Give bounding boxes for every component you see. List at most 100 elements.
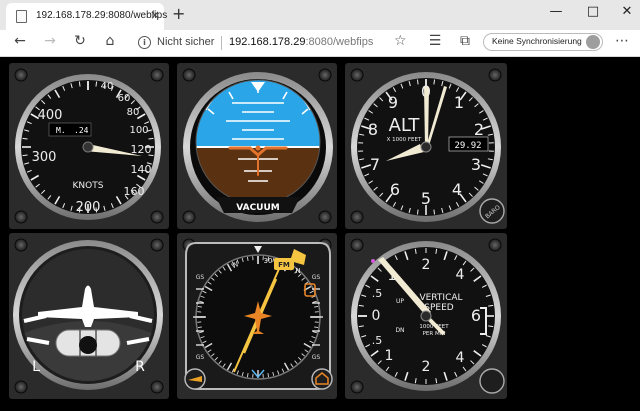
vsi-num-1-dn: 1 — [385, 348, 394, 364]
tick-mark — [433, 209, 436, 215]
alt-num-4: 4 — [452, 180, 462, 199]
browser-toolbar: ← → ↻ ⌂ i Nicht sicher 192.168.178.29:80… — [0, 30, 640, 57]
maximize-icon[interactable]: □ — [583, 4, 603, 19]
panel-screw — [182, 68, 196, 82]
security-label[interactable]: Nicht sicher — [157, 36, 214, 48]
tab-close-icon[interactable]: × — [150, 8, 160, 22]
hsi-card-n: N — [295, 267, 300, 275]
vsi-title-line1: VERTICAL — [419, 293, 462, 303]
panel-screw — [488, 68, 502, 82]
sync-button[interactable]: Keine Synchronisierung — [483, 33, 603, 51]
vsi-num-2-dn: 2 — [422, 359, 431, 375]
instrument-panel-svg: 40 60 80 100 120 140 160 200 300 400 M. … — [9, 63, 507, 399]
asi-num-140: 140 — [131, 163, 152, 176]
new-tab-icon[interactable]: + — [172, 4, 185, 23]
profile-avatar — [586, 35, 600, 49]
panel-screw — [14, 380, 28, 394]
hsi-course-knob[interactable] — [311, 368, 333, 390]
vsi-target-dot — [371, 259, 375, 263]
asi-num-160: 160 — [124, 185, 145, 198]
asi-num-80: 80 — [127, 107, 140, 118]
hsi-gs-label-br: GS — [312, 354, 321, 361]
panel-screw — [350, 380, 364, 394]
panel-screw — [350, 210, 364, 224]
tab-strip: 192.168.178.29:8080/webfips × + — □ ✕ — [0, 0, 640, 30]
favorites-list-icon[interactable]: ☰ — [425, 33, 445, 49]
hsi-card-30: 30 — [264, 257, 273, 265]
home-icon[interactable]: ⌂ — [100, 33, 120, 49]
vsi-up-label: UP — [396, 298, 404, 305]
tab-title: 192.168.178.29:8080/webfips — [36, 10, 168, 21]
alt-title: ALT — [389, 115, 421, 136]
vsi-knob[interactable] — [479, 368, 505, 394]
vsi-num-0: 0 — [372, 308, 381, 324]
attitude-indicator: VACUUM — [183, 72, 333, 222]
minimize-icon[interactable]: — — [546, 4, 566, 19]
tc-left-label: L — [32, 359, 40, 375]
hsi-gs-label-bl: GS — [196, 354, 205, 361]
asi-num-40: 40 — [101, 81, 114, 92]
tick-mark — [22, 154, 28, 157]
address-bar[interactable]: i Nicht sicher 192.168.178.29:8080/webfi… — [132, 32, 412, 54]
tc-right-label: R — [135, 359, 145, 375]
alt-num-2: 2 — [474, 120, 484, 139]
kollsman-value: 29.92 — [454, 141, 481, 151]
vsi-num-05-dn: .5 — [372, 334, 383, 347]
asi-num-300: 300 — [32, 150, 57, 165]
tick-mark — [95, 81, 98, 87]
asi-units: KNOTS — [73, 181, 104, 191]
panel-screw — [350, 68, 364, 82]
panel-screw — [14, 68, 28, 82]
panel-screw — [150, 68, 164, 82]
vsi-num-6: 6 — [471, 306, 481, 325]
forward-arrow-icon[interactable]: → — [40, 33, 60, 49]
tc-inclinometer-ball — [79, 336, 97, 354]
asi-num-400: 400 — [38, 108, 63, 123]
vsi-hub — [420, 310, 432, 322]
tick-mark — [416, 209, 419, 215]
info-icon[interactable]: i — [138, 36, 151, 49]
panel-screw — [150, 210, 164, 224]
browser-tab[interactable]: 192.168.178.29:8080/webfips × — [6, 3, 168, 30]
panel-screw — [150, 380, 164, 394]
vsi-num-2-up: 2 — [422, 257, 431, 273]
asi-num-100: 100 — [129, 125, 148, 136]
vsi-num-4-dn: 4 — [456, 350, 465, 366]
asi-num-200: 200 — [76, 200, 101, 215]
refresh-icon[interactable]: ↻ — [70, 33, 90, 49]
vsi-num-4-up: 4 — [456, 267, 465, 283]
back-arrow-icon[interactable]: ← — [10, 33, 30, 49]
more-menu-icon[interactable]: ⋯ — [612, 33, 632, 49]
asi-num-60: 60 — [118, 93, 131, 104]
collections-icon[interactable]: ⧉ — [455, 33, 475, 49]
close-icon[interactable]: ✕ — [617, 4, 637, 19]
panel-screw — [14, 238, 28, 252]
panel-screw — [318, 210, 332, 224]
url-host: 192.168.178.29 — [229, 36, 306, 48]
tick-mark — [433, 79, 436, 85]
url-text[interactable]: 192.168.178.29:8080/webfips — [229, 36, 373, 48]
alt-subtitle: X 1000 FEET — [387, 137, 422, 143]
asi-num-120: 120 — [131, 143, 152, 156]
panel-screw — [488, 238, 502, 252]
alt-hub — [420, 141, 432, 153]
panel-screw — [14, 210, 28, 224]
hsi-gs-label-tl: GS — [196, 274, 205, 281]
hsi-gs-label-tr: GS — [312, 274, 321, 281]
mach-value: .24 — [74, 126, 89, 135]
tick-mark — [22, 137, 28, 140]
vsi-num-05-up: .5 — [372, 287, 383, 300]
tick-mark — [148, 137, 154, 140]
alt-num-6: 6 — [390, 180, 400, 199]
alt-num-3: 3 — [471, 155, 481, 174]
panel-screw — [350, 238, 364, 252]
favorite-star-icon[interactable]: ☆ — [394, 33, 407, 49]
panel-screw — [150, 238, 164, 252]
tick-mark — [416, 79, 419, 85]
mach-label: M. — [56, 126, 66, 135]
hsi: GS GS GS GS 30 W N FM — [184, 242, 333, 390]
alt-num-9: 9 — [388, 93, 398, 112]
address-separator — [221, 36, 222, 50]
alt-num-8: 8 — [368, 120, 378, 139]
airspeed-indicator: 40 60 80 100 120 140 160 200 300 400 M. … — [15, 74, 161, 220]
